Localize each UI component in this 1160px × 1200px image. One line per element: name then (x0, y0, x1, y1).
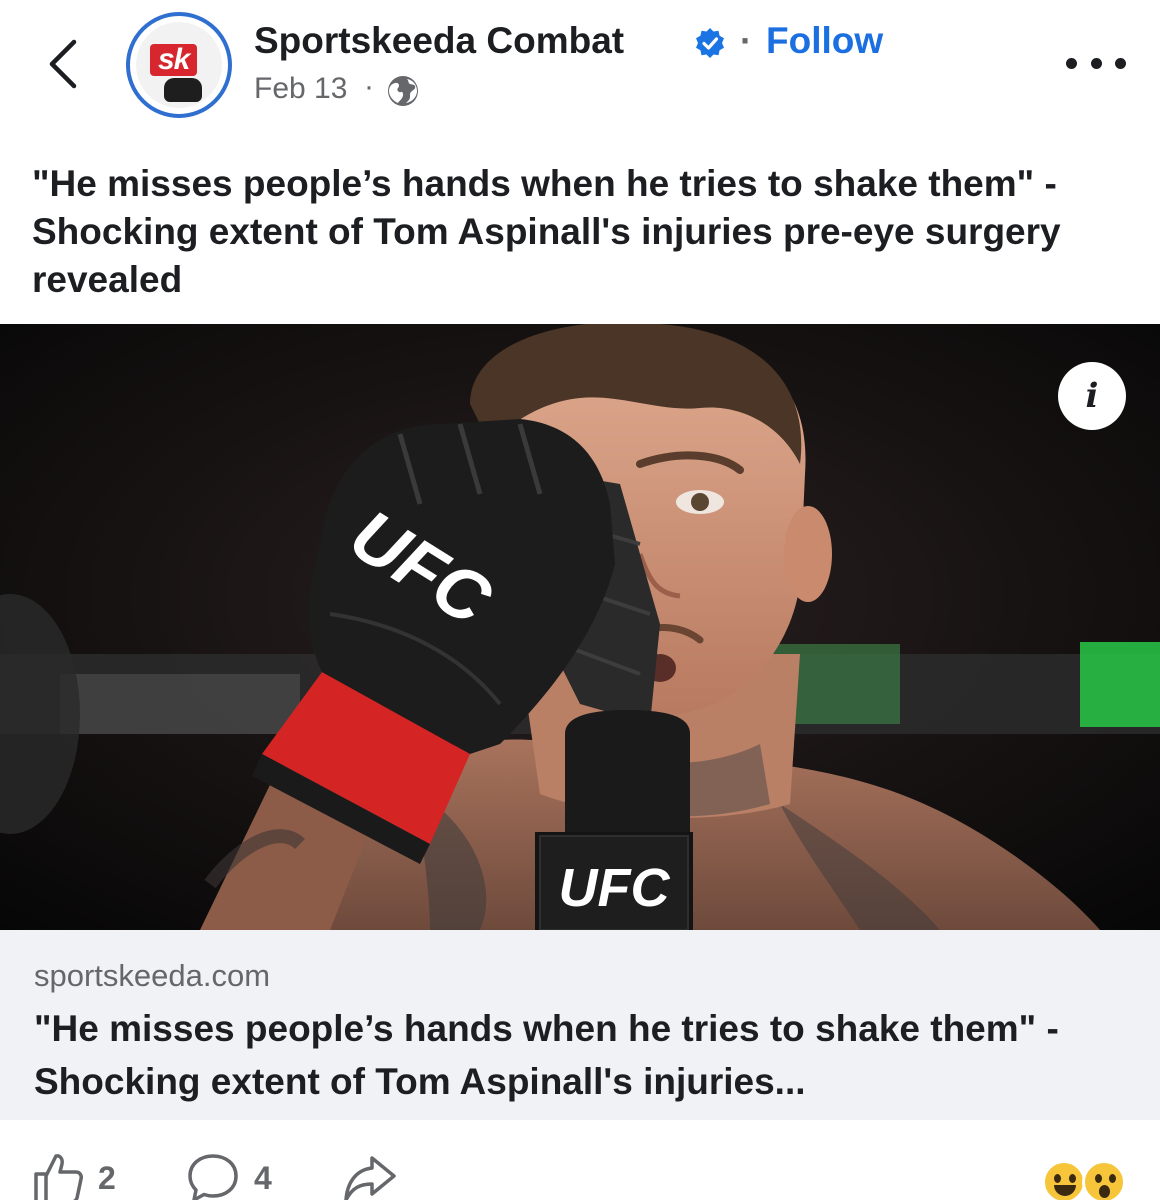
verified-badge-icon (696, 28, 724, 58)
post-caption: "He misses people’s hands when he tries … (32, 163, 1061, 300)
reactions-summary[interactable] (1042, 1160, 1134, 1200)
post-screen: sk Sportskeeda Combat · Follow Feb 13 · … (0, 0, 1160, 1200)
more-dot (1066, 57, 1077, 69)
comment-count: 4 (254, 1159, 272, 1196)
avatar-logo-text: sk (150, 44, 198, 76)
fighter-photo-illustration: UFC UFC (0, 324, 1160, 930)
more-dot (1090, 57, 1102, 69)
avatar-logo: sk (136, 22, 222, 108)
haha-reaction-icon (1042, 1160, 1086, 1200)
comment-bubble-icon (188, 1154, 238, 1200)
post-photo[interactable]: UFC UFC (0, 324, 1160, 930)
wow-reaction-icon (1082, 1160, 1126, 1200)
back-button[interactable] (34, 32, 90, 96)
chevron-left-icon (49, 39, 77, 89)
post-actions-bar: 2 4 (0, 1140, 1160, 1200)
info-button[interactable]: i (1058, 362, 1126, 430)
mic-logo-text: UFC (559, 858, 671, 918)
glove-icon (164, 78, 202, 102)
comment-button[interactable]: 4 (186, 1152, 272, 1200)
link-title: "He misses people’s hands when he tries … (34, 1008, 1059, 1102)
more-dot (1115, 57, 1126, 69)
info-icon: i (1085, 376, 1099, 416)
link-preview-card[interactable]: sportskeeda.com "He misses people’s hand… (0, 930, 1160, 1120)
globe-icon (388, 76, 418, 106)
page-avatar[interactable]: sk (126, 12, 232, 118)
link-domain: sportskeeda.com (34, 958, 271, 993)
thumbs-up-icon (34, 1154, 83, 1200)
like-count: 2 (98, 1159, 116, 1196)
page-name-link[interactable]: Sportskeeda Combat (254, 20, 624, 62)
meta-separator: · (364, 70, 374, 103)
post-header: sk Sportskeeda Combat · Follow Feb 13 · (0, 0, 1160, 128)
header-separator: · (740, 20, 752, 61)
share-button[interactable] (342, 1152, 398, 1200)
follow-button[interactable]: Follow (766, 20, 883, 62)
like-button[interactable]: 2 (32, 1152, 116, 1200)
more-options-button[interactable] (1066, 48, 1126, 78)
share-arrow-icon (344, 1156, 396, 1200)
post-date[interactable]: Feb 13 (254, 72, 347, 106)
